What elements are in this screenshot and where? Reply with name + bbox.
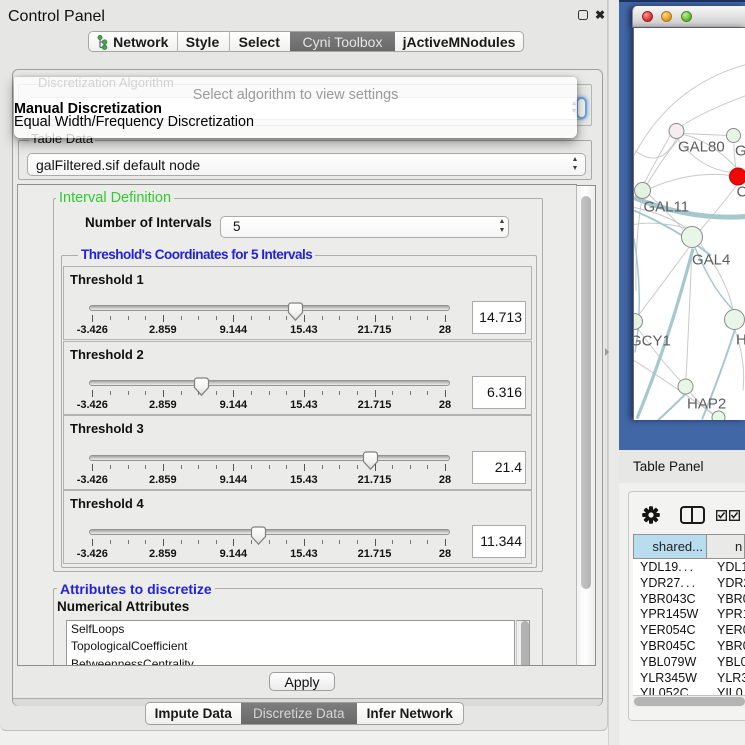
svg-text:GAL80: GAL80 — [678, 138, 725, 155]
svg-text:GAL11: GAL11 — [644, 198, 690, 215]
svg-text:GA: GA — [735, 142, 745, 159]
svg-text:GAL4: GAL4 — [692, 251, 730, 268]
svg-text:GCY1: GCY1 — [634, 332, 671, 349]
svg-text:C: C — [737, 183, 745, 200]
svg-text:H: H — [736, 331, 745, 348]
svg-text:HAP2: HAP2 — [687, 395, 726, 412]
